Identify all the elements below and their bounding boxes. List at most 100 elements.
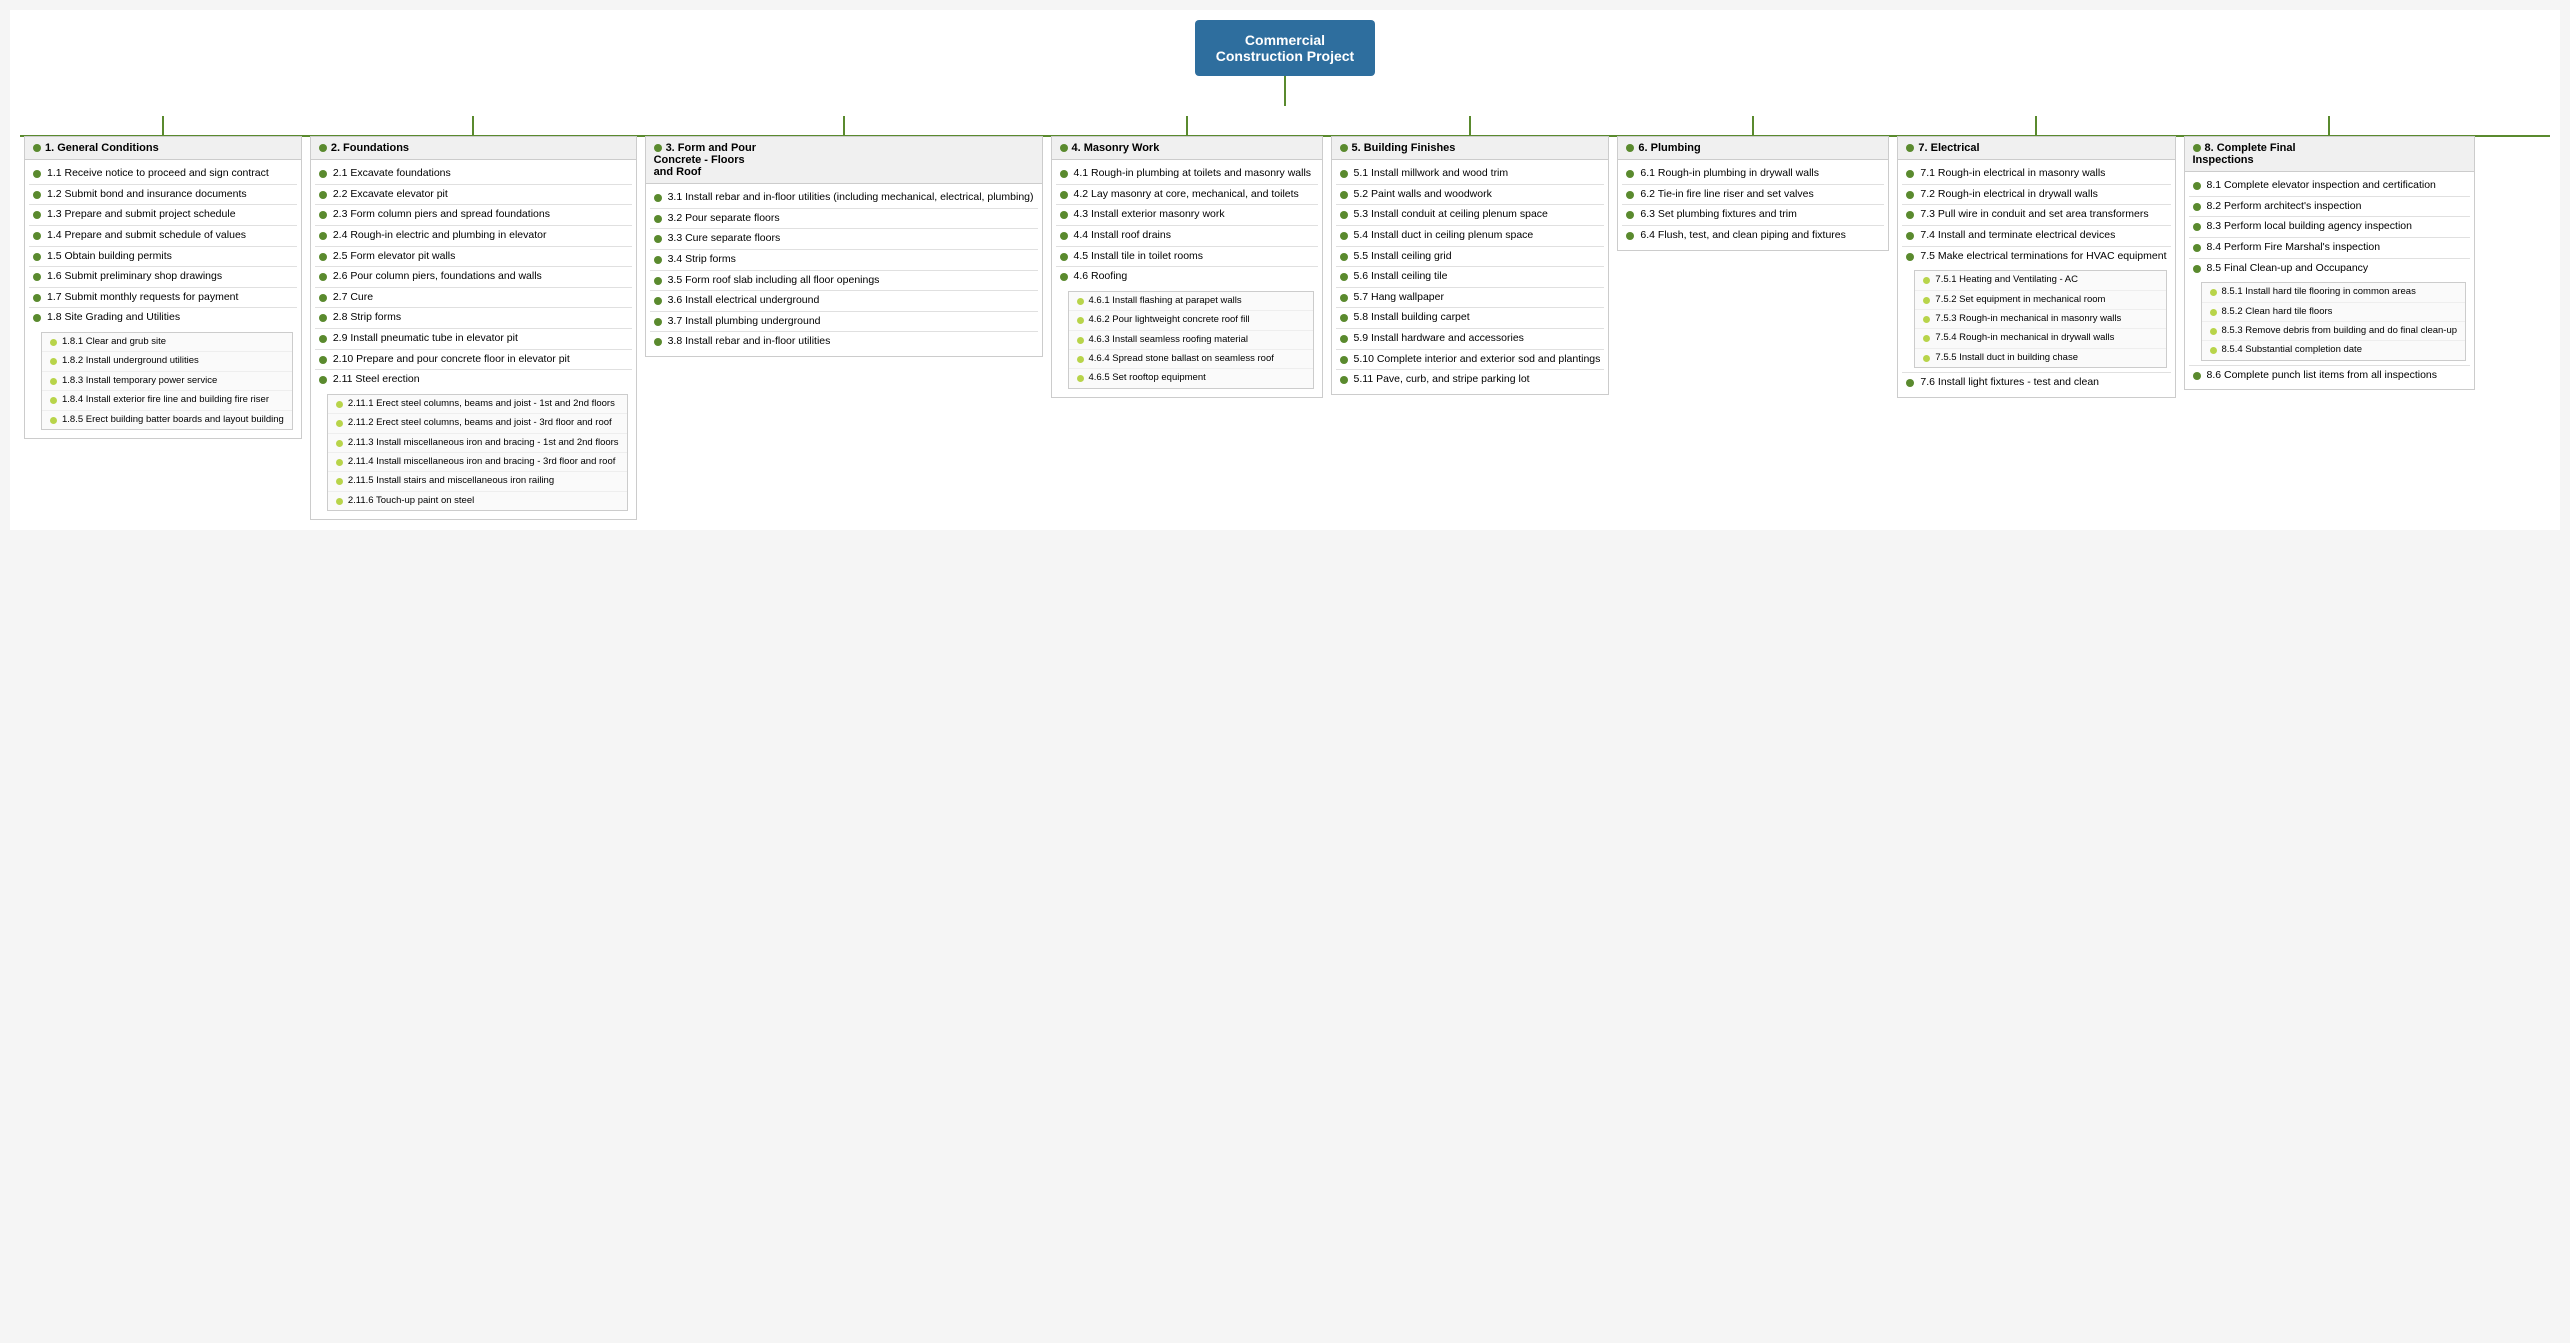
item-1.5: 1.5 Obtain building permits [25, 247, 301, 267]
subitem-2.11.5: 2.11.5 Install stairs and miscellaneous … [328, 472, 627, 491]
item-2.3: 2.3 Form column piers and spread foundat… [311, 205, 636, 225]
item-dot [1340, 273, 1348, 281]
item-text: 4.5 Install tile in toilet rooms [1074, 250, 1204, 264]
item-dot [654, 318, 662, 326]
item-text: 7.6 Install light fixtures - test and cl… [1920, 376, 2099, 390]
item-4.4: 4.4 Install roof drains [1052, 226, 1322, 246]
subitem-text: 8.5.1 Install hard tile flooring in comm… [2222, 286, 2416, 298]
subitem-text: 7.5.1 Heating and Ventilating - AC [1935, 274, 2078, 286]
item-dot [654, 277, 662, 285]
item-6.4: 6.4 Flush, test, and clean piping and fi… [1618, 226, 1888, 246]
subitem-dot [1077, 356, 1084, 363]
subitem-dot [2210, 328, 2217, 335]
item-4.5: 4.5 Install tile in toilet rooms [1052, 247, 1322, 267]
subitem-dot [1923, 335, 1930, 342]
item-1.1: 1.1 Receive notice to proceed and sign c… [25, 164, 301, 184]
subitem-text: 1.8.3 Install temporary power service [62, 375, 217, 387]
item-text: 8.4 Perform Fire Marshal's inspection [2207, 241, 2381, 255]
item-text: 3.2 Pour separate floors [668, 212, 780, 226]
item-dot [1060, 170, 1068, 178]
item-text: 1.4 Prepare and submit schedule of value… [47, 229, 246, 243]
item-dot [33, 314, 41, 322]
connector-down-col6 [1752, 116, 1754, 136]
item-5.3: 5.3 Install conduit at ceiling plenum sp… [1332, 205, 1609, 225]
subitem-dot [1077, 375, 1084, 382]
item-text: 6.3 Set plumbing fixtures and trim [1640, 208, 1796, 222]
item-5.4: 5.4 Install duct in ceiling plenum space [1332, 226, 1609, 246]
item-dot [2193, 223, 2201, 231]
subitem-2.11.2: 2.11.2 Erect steel columns, beams and jo… [328, 414, 627, 433]
item-3.3: 3.3 Cure separate floors [646, 229, 1042, 249]
item-dot [319, 294, 327, 302]
column-col7: 7. Electrical7.1 Rough-in electrical in … [1893, 116, 2179, 398]
item-4.3: 4.3 Install exterior masonry work [1052, 205, 1322, 225]
column-col3: 3. Form and PourConcrete - Floorsand Roo… [641, 116, 1047, 357]
item-3.6: 3.6 Install electrical underground [646, 291, 1042, 311]
header-text: 2. Foundations [331, 142, 409, 154]
item-text: 2.6 Pour column piers, foundations and w… [333, 270, 542, 284]
item-dot [654, 235, 662, 243]
item-5.2: 5.2 Paint walls and woodwork [1332, 185, 1609, 205]
subitem-text: 2.11.1 Erect steel columns, beams and jo… [348, 398, 615, 410]
subitem-8.5.4: 8.5.4 Substantial completion date [2202, 341, 2466, 359]
item-4.1: 4.1 Rough-in plumbing at toilets and mas… [1052, 164, 1322, 184]
item-text: 7.4 Install and terminate electrical dev… [1920, 229, 2115, 243]
item-dot [33, 191, 41, 199]
subitem-dot [1923, 297, 1930, 304]
item-5.9: 5.9 Install hardware and accessories [1332, 329, 1609, 349]
subitem-dot [1077, 337, 1084, 344]
column-col2: 2. Foundations2.1 Excavate foundations2.… [306, 116, 641, 520]
cat-header-col7: 7. Electrical [1897, 136, 2175, 160]
subitem-text: 8.5.2 Clean hard tile floors [2222, 306, 2333, 318]
subitem-8.5.3: 8.5.3 Remove debris from building and do… [2202, 322, 2466, 341]
item-2.11: 2.11 Steel erection [311, 370, 636, 390]
header-dot [1340, 144, 1348, 152]
items-container-col1: 1.1 Receive notice to proceed and sign c… [24, 160, 302, 439]
connector-down-col7 [2035, 116, 2037, 136]
item-2.2: 2.2 Excavate elevator pit [311, 185, 636, 205]
subitem-text: 4.6.3 Install seamless roofing material [1089, 334, 1248, 346]
item-dot [1340, 232, 1348, 240]
subitem-1.8.2: 1.8.2 Install underground utilities [42, 352, 292, 371]
item-text: 3.6 Install electrical underground [668, 294, 820, 308]
subitem-dot [2210, 289, 2217, 296]
item-text: 2.11 Steel erection [333, 373, 420, 387]
connector-down-col2 [472, 116, 474, 136]
items-container-col5: 5.1 Install millwork and wood trim5.2 Pa… [1331, 160, 1610, 395]
item-5.7: 5.7 Hang wallpaper [1332, 288, 1609, 308]
item-6.1: 6.1 Rough-in plumbing in drywall walls [1618, 164, 1888, 184]
cat-header-col3: 3. Form and PourConcrete - Floorsand Roo… [645, 136, 1043, 184]
subitem-dot [336, 420, 343, 427]
item-text: 4.6 Roofing [1074, 270, 1128, 284]
item-2.1: 2.1 Excavate foundations [311, 164, 636, 184]
item-8.6: 8.6 Complete punch list items from all i… [2185, 366, 2475, 386]
subitem-dot [336, 440, 343, 447]
subitem-1.8.3: 1.8.3 Install temporary power service [42, 372, 292, 391]
item-dot [1906, 379, 1914, 387]
item-text: 4.3 Install exterior masonry work [1074, 208, 1225, 222]
subitem-dot [336, 478, 343, 485]
item-1.7: 1.7 Submit monthly requests for payment [25, 288, 301, 308]
subitem-dot [336, 459, 343, 466]
subitems-container-7.5: 7.5.1 Heating and Ventilating - AC7.5.2 … [1914, 270, 2166, 368]
item-text: 3.1 Install rebar and in-floor utilities… [668, 191, 1034, 205]
item-2.9: 2.9 Install pneumatic tube in elevator p… [311, 329, 636, 349]
subitem-text: 2.11.3 Install miscellaneous iron and br… [348, 437, 619, 449]
cat-header-col5: 5. Building Finishes [1331, 136, 1610, 160]
item-dot [2193, 244, 2201, 252]
item-dot [319, 232, 327, 240]
connector-down-col3 [843, 116, 845, 136]
column-col4: 4. Masonry Work 4.1 Rough-in plumbing at … [1047, 116, 1327, 398]
header-text: 4. Masonry Work [1072, 142, 1160, 154]
subitem-7.5.4: 7.5.4 Rough-in mechanical in drywall wal… [1915, 329, 2165, 348]
item-dot [2193, 182, 2201, 190]
item-4.2: 4.2 Lay masonry at core, mechanical, and… [1052, 185, 1322, 205]
header-dot [1626, 144, 1634, 152]
subitem-4.6.4: 4.6.4 Spread stone ballast on seamless r… [1069, 350, 1313, 369]
item-dot [33, 294, 41, 302]
item-3.4: 3.4 Strip forms [646, 250, 1042, 270]
item-text: 2.3 Form column piers and spread foundat… [333, 208, 550, 222]
subitem-text: 4.6.5 Set rooftop equipment [1089, 372, 1206, 384]
subitem-dot [1923, 277, 1930, 284]
item-text: 1.6 Submit preliminary shop drawings [47, 270, 222, 284]
